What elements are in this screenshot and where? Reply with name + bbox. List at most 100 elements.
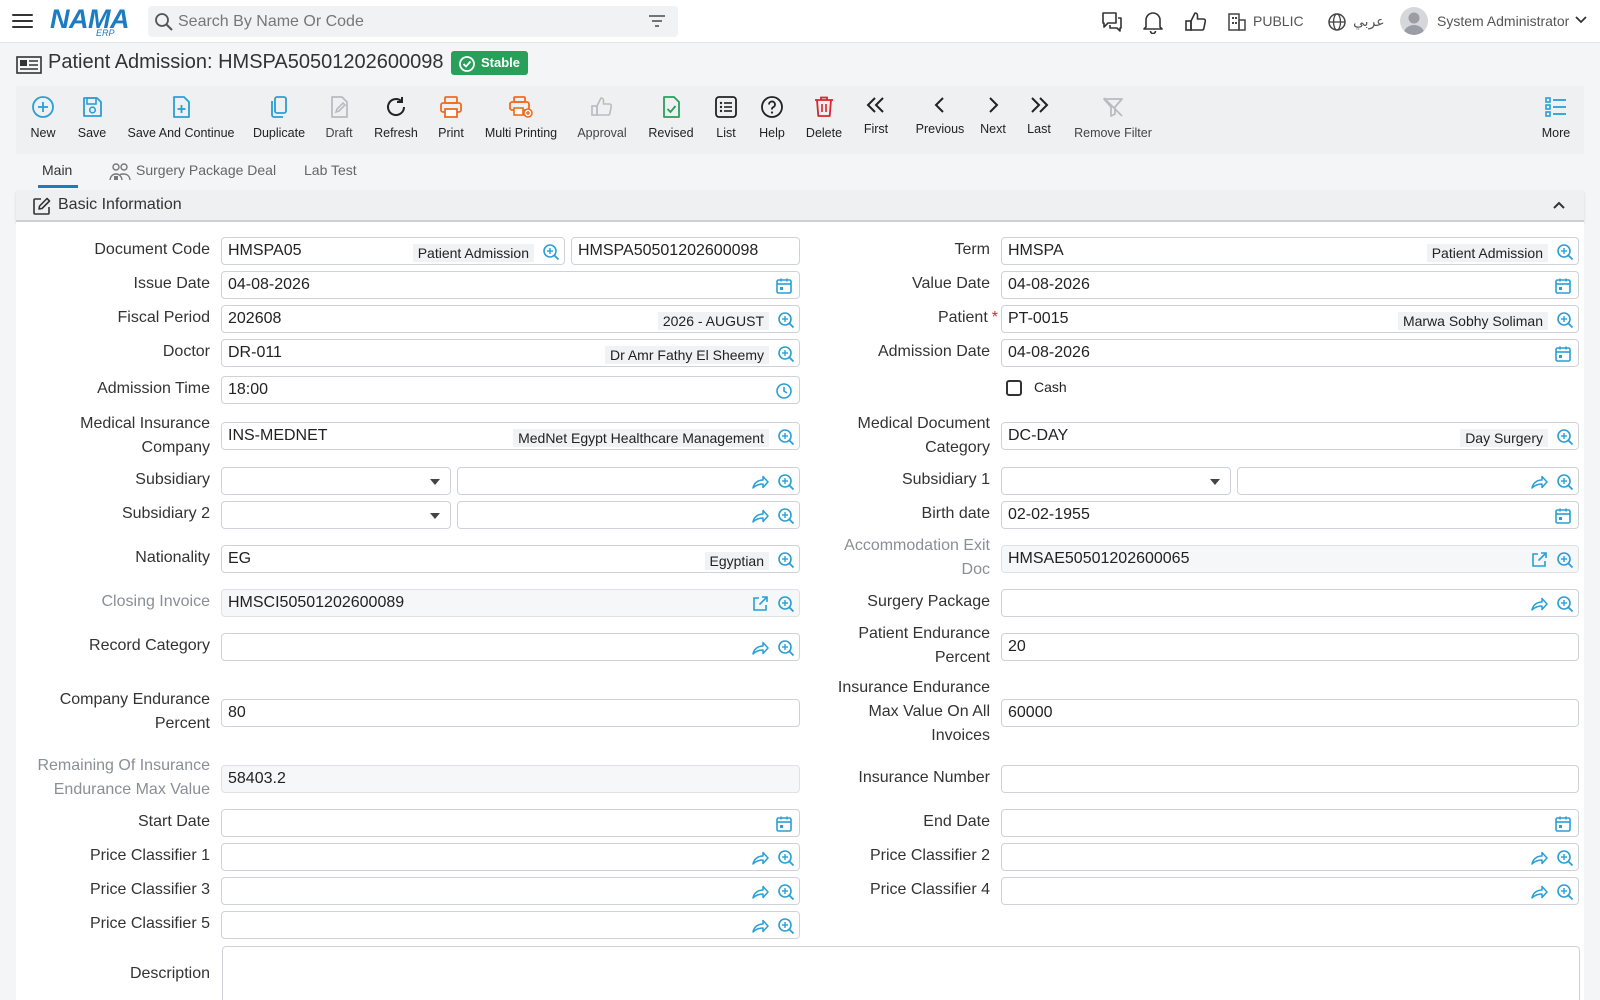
first-button[interactable]: First xyxy=(858,86,894,154)
share-arrow-icon[interactable] xyxy=(1530,849,1548,867)
nationality-field[interactable]: EG Egyptian xyxy=(221,545,800,573)
patient-field[interactable]: PT-0015 Marwa Sobhy Soliman xyxy=(1001,305,1579,333)
calendar-icon[interactable] xyxy=(1554,507,1572,525)
logo[interactable]: NAMA ERP xyxy=(50,5,132,39)
share-arrow-icon[interactable] xyxy=(1530,595,1548,613)
search-lookup-icon[interactable] xyxy=(1556,311,1574,329)
search-lookup-icon[interactable] xyxy=(1556,473,1574,491)
search-lookup-icon[interactable] xyxy=(777,849,795,867)
multi-printing-button[interactable]: Multi Printing xyxy=(482,86,560,154)
issue-date-field[interactable]: 04-08-2026 xyxy=(221,271,800,299)
record-category-field[interactable] xyxy=(221,633,800,661)
doctor-field[interactable]: DR-011 Dr Amr Fathy El Sheemy xyxy=(221,339,800,367)
share-arrow-icon[interactable] xyxy=(751,917,769,935)
search-lookup-icon[interactable] xyxy=(777,883,795,901)
clock-icon[interactable] xyxy=(775,382,793,400)
document-code-number-field[interactable]: HMSPA50501202600098 xyxy=(571,237,800,265)
calendar-icon[interactable] xyxy=(775,815,793,833)
company-endurance-percent-field[interactable]: 80 xyxy=(221,699,800,727)
next-button[interactable]: Next xyxy=(976,86,1010,154)
closing-invoice-field[interactable]: HMSCI50501202600089 xyxy=(221,589,800,617)
end-date-field[interactable] xyxy=(1001,809,1579,837)
external-link-icon[interactable] xyxy=(751,595,769,613)
medical-insurance-company-field[interactable]: INS-MEDNET MedNet Egypt Healthcare Manag… xyxy=(221,422,800,450)
language-switch[interactable]: عربي xyxy=(1353,13,1385,30)
share-arrow-icon[interactable] xyxy=(751,639,769,657)
subsidiary-2-field[interactable] xyxy=(457,501,800,529)
chat-icon[interactable] xyxy=(1100,10,1124,34)
term-field[interactable]: HMSPA Patient Admission xyxy=(1001,237,1579,265)
search-lookup-icon[interactable] xyxy=(1556,428,1574,446)
globe-icon[interactable] xyxy=(1327,12,1347,32)
search-lookup-icon[interactable] xyxy=(1556,551,1574,569)
description-textarea[interactable] xyxy=(222,946,1580,1000)
filter-icon[interactable] xyxy=(648,14,666,28)
search-input[interactable] xyxy=(178,9,638,34)
user-name[interactable]: System Administrator xyxy=(1437,13,1569,29)
remaining-insurance-field[interactable]: 58403.2 xyxy=(221,765,800,793)
bell-icon[interactable] xyxy=(1142,10,1164,34)
save-and-continue-button[interactable]: Save And Continue xyxy=(122,86,240,154)
previous-button[interactable]: Previous xyxy=(910,86,970,154)
list-button[interactable]: List xyxy=(708,86,744,154)
calendar-icon[interactable] xyxy=(1554,277,1572,295)
insurance-endurance-max-field[interactable]: 60000 xyxy=(1001,699,1579,727)
share-arrow-icon[interactable] xyxy=(751,473,769,491)
cash-checkbox[interactable] xyxy=(1006,380,1022,396)
birth-date-field[interactable]: 02-02-1955 xyxy=(1001,501,1579,529)
search-lookup-icon[interactable] xyxy=(1556,849,1574,867)
tab-surgery-package-deal[interactable]: Surgery Package Deal xyxy=(136,162,276,178)
price-classifier-3-field[interactable] xyxy=(221,877,800,905)
more-button[interactable]: More xyxy=(1536,86,1576,154)
subsidiary-type-select[interactable] xyxy=(221,467,451,495)
search-lookup-icon[interactable] xyxy=(777,428,795,446)
share-arrow-icon[interactable] xyxy=(751,849,769,867)
price-classifier-1-field[interactable] xyxy=(221,843,800,871)
value-date-field[interactable]: 04-08-2026 xyxy=(1001,271,1579,299)
revised-button[interactable]: Revised xyxy=(644,86,698,154)
share-arrow-icon[interactable] xyxy=(1530,473,1548,491)
share-arrow-icon[interactable] xyxy=(751,883,769,901)
search-lookup-icon[interactable] xyxy=(777,639,795,657)
medical-document-category-field[interactable]: DC-DAY Day Surgery xyxy=(1001,422,1579,450)
section-basic-information[interactable]: Basic Information xyxy=(16,190,1584,222)
price-classifier-5-field[interactable] xyxy=(221,911,800,939)
search-lookup-icon[interactable] xyxy=(542,243,560,261)
tab-main[interactable]: Main xyxy=(42,162,72,178)
help-button[interactable]: Help xyxy=(754,86,790,154)
calendar-icon[interactable] xyxy=(775,277,793,295)
search-lookup-icon[interactable] xyxy=(777,345,795,363)
tab-lab-test[interactable]: Lab Test xyxy=(304,162,357,178)
building-icon[interactable] xyxy=(1227,12,1247,32)
subsidiary-2-type-select[interactable] xyxy=(221,501,451,529)
admission-date-field[interactable]: 04-08-2026 xyxy=(1001,339,1579,367)
search-lookup-icon[interactable] xyxy=(777,311,795,329)
start-date-field[interactable] xyxy=(221,809,800,837)
approval-button[interactable]: Approval xyxy=(572,86,632,154)
patient-endurance-percent-field[interactable]: 20 xyxy=(1001,633,1579,661)
search-lookup-icon[interactable] xyxy=(777,551,795,569)
thumbs-up-icon[interactable] xyxy=(1184,10,1208,34)
price-classifier-4-field[interactable] xyxy=(1001,877,1579,905)
remove-filter-button[interactable]: Remove Filter xyxy=(1070,86,1156,154)
save-button[interactable]: Save xyxy=(72,86,112,154)
accommodation-exit-doc-field[interactable]: HMSAE50501202600065 xyxy=(1001,545,1579,573)
calendar-icon[interactable] xyxy=(1554,345,1572,363)
search-lookup-icon[interactable] xyxy=(1556,243,1574,261)
external-link-icon[interactable] xyxy=(1530,551,1548,569)
avatar[interactable] xyxy=(1400,7,1428,35)
new-button[interactable]: New xyxy=(20,86,66,154)
share-arrow-icon[interactable] xyxy=(751,507,769,525)
admission-time-field[interactable]: 18:00 xyxy=(221,376,800,404)
search-lookup-icon[interactable] xyxy=(1556,595,1574,613)
chevron-up-icon[interactable] xyxy=(1552,198,1566,212)
share-arrow-icon[interactable] xyxy=(1530,883,1548,901)
subsidiary-1-field[interactable] xyxy=(1237,467,1579,495)
fiscal-period-field[interactable]: 202608 2026 - AUGUST xyxy=(221,305,800,333)
draft-button[interactable]: Draft xyxy=(318,86,360,154)
chevron-down-icon[interactable] xyxy=(1574,15,1588,25)
subsidiary-field[interactable] xyxy=(457,467,800,495)
refresh-button[interactable]: Refresh xyxy=(370,86,422,154)
delete-button[interactable]: Delete xyxy=(802,86,846,154)
print-button[interactable]: Print xyxy=(430,86,472,154)
